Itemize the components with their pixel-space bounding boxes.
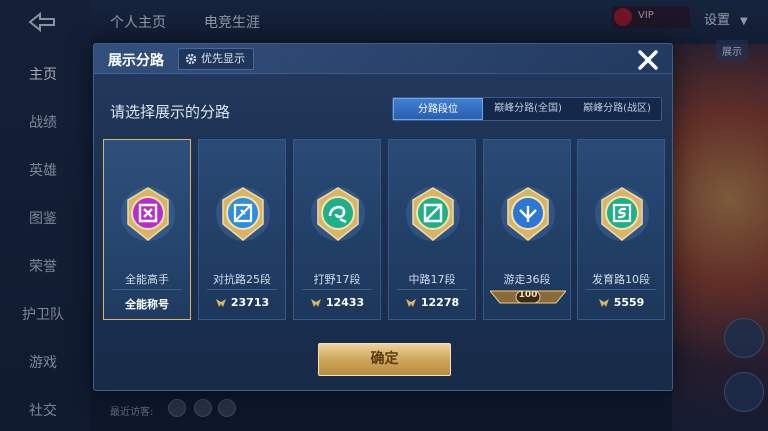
tab-lane-rank[interactable]: 分路段位 — [393, 98, 483, 120]
lane-card[interactable]: 全能高手 全能称号 — [103, 139, 191, 320]
lane-card[interactable]: 对抗路25段 23713 — [198, 139, 286, 320]
lane-score: 12278 — [389, 296, 475, 309]
score-icon — [598, 298, 609, 307]
close-button[interactable] — [634, 46, 662, 74]
tab-peak-national[interactable]: 巅峰分路(全国) — [483, 98, 573, 120]
close-icon — [638, 50, 658, 70]
rank-emblem-icon — [311, 187, 365, 241]
score-icon — [405, 298, 416, 307]
lane-rank-label: 发育路10段 — [592, 273, 650, 286]
card-divider — [207, 289, 277, 290]
rank-emblem-icon — [406, 187, 460, 241]
lane-card[interactable]: 打野17段 12433 — [293, 139, 381, 320]
rank-emblem-icon — [121, 187, 175, 241]
rank-emblem-icon — [595, 187, 649, 241]
lane-rank-label: 中路17段 — [408, 273, 456, 286]
card-divider — [586, 289, 656, 290]
tab-peak-region[interactable]: 巅峰分路(战区) — [573, 98, 661, 120]
peak-badge: 100 — [488, 289, 568, 305]
lane-rank-label: 对抗路25段 — [213, 273, 271, 286]
confirm-button[interactable]: 确定 — [318, 343, 451, 376]
lane-rank-label: 打野17段 — [313, 273, 361, 286]
score-icon — [215, 298, 226, 307]
display-lane-dialog: 展示分路 优先显示 请选择展示的分路 分路段位 巅峰分路(全国) 巅峰分路(战区… — [93, 43, 673, 391]
lane-card[interactable]: 游走36段 100 — [483, 139, 571, 320]
score-icon — [310, 298, 321, 307]
lane-score-value: 12433 — [325, 296, 365, 309]
lane-score-value: 12278 — [420, 296, 460, 309]
priority-display-button[interactable]: 优先显示 — [178, 48, 254, 70]
lane-score: 23713 — [199, 296, 285, 309]
card-divider — [302, 289, 372, 290]
lane-score-value: 全能称号 — [125, 298, 169, 311]
lane-card[interactable]: 中路17段 12278 — [388, 139, 476, 320]
dialog-header: 展示分路 优先显示 — [94, 44, 672, 74]
lane-score: 全能称号 — [104, 296, 190, 312]
lane-rank-label: 游走36段 — [503, 273, 551, 286]
priority-label: 优先显示 — [201, 52, 245, 65]
lane-score: 12433 — [294, 296, 380, 309]
lane-card[interactable]: 发育路10段 5559 — [577, 139, 665, 320]
dialog-subtitle: 请选择展示的分路 — [110, 103, 231, 121]
lane-tab-group: 分路段位 巅峰分路(全国) 巅峰分路(战区) — [392, 97, 662, 121]
rank-emblem-icon — [216, 187, 270, 241]
dialog-title: 展示分路 — [108, 53, 164, 69]
gear-icon — [185, 53, 197, 65]
lane-rank-label: 全能高手 — [125, 273, 169, 286]
card-divider — [397, 289, 467, 290]
lane-score-value: 23713 — [230, 296, 270, 309]
peak-badge-label: 100 — [518, 290, 538, 300]
card-divider — [112, 289, 182, 290]
lane-score-value: 5559 — [613, 296, 645, 309]
rank-emblem-icon — [501, 187, 555, 241]
lane-score: 5559 — [578, 296, 664, 309]
